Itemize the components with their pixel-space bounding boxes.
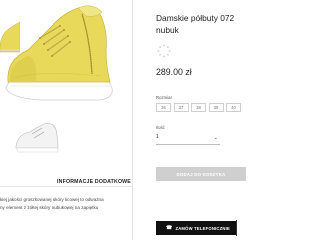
- chevron-down-icon: ⌄: [213, 135, 218, 141]
- phone-icon: ☎: [166, 225, 173, 231]
- loading-spinner-icon: [157, 44, 171, 58]
- scroll-edge: [236, 220, 241, 236]
- product-description: kiej jakości groszkowanej skóry licowej …: [0, 196, 128, 212]
- product-title-line: Damskie półbuty 072: [156, 13, 235, 23]
- quantity-value: 1: [156, 134, 159, 140]
- quantity-select[interactable]: 1 ⌄: [156, 134, 220, 145]
- add-to-cart-button[interactable]: DODAJ DO KOSZYKA: [156, 167, 246, 181]
- size-option[interactable]: 40: [226, 103, 241, 112]
- size-option[interactable]: 38: [191, 103, 206, 112]
- size-label: Rozmiar: [156, 95, 172, 100]
- description-line: ny element z żółtej skóry nubukowej na z…: [0, 205, 99, 210]
- size-option[interactable]: 37: [173, 103, 189, 112]
- size-option[interactable]: 36: [156, 103, 171, 112]
- thumbnail-yellow[interactable]: [0, 8, 20, 58]
- product-title: Damskie półbuty 072 nubuk: [156, 12, 246, 36]
- quantity-label: Ilość: [156, 125, 165, 130]
- size-option[interactable]: 39: [208, 103, 224, 112]
- description-line: kiej jakości groszkowanej skóry licowej …: [0, 197, 104, 202]
- phone-order-label: ZAMÓW TELEFONICZNIE: [175, 225, 230, 231]
- thumbnail-white[interactable]: [14, 112, 60, 162]
- column-divider: [132, 0, 133, 240]
- phone-order-button[interactable]: ☎ ZAMÓW TELEFONICZNIE: [156, 221, 240, 235]
- product-title-line: nubuk: [156, 25, 179, 35]
- size-options: 36 37 38 39 40: [156, 103, 241, 112]
- tab-underline: [0, 186, 132, 187]
- product-price: 289.00 zł: [156, 67, 192, 77]
- tab-additional-info[interactable]: INFORMACJE DODATKOWE: [57, 179, 131, 185]
